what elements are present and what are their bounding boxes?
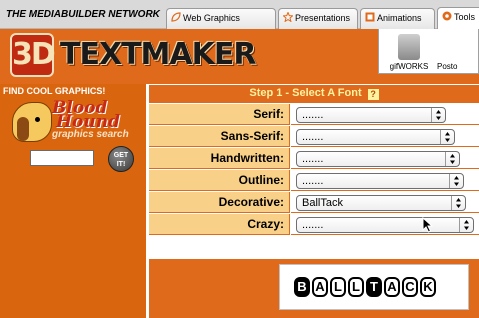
chevron-updown-icon (431, 108, 445, 122)
preview-letter: A (312, 277, 328, 297)
preview-letter: L (330, 277, 346, 297)
row-label: Decorative: (149, 192, 290, 213)
find-cool-graphics-heading: FIND COOL GRAPHICS! (3, 86, 106, 96)
dog-eye (35, 117, 40, 122)
graphics-search-input[interactable] (30, 150, 94, 166)
tab-label: Web Graphics (183, 13, 240, 23)
chevron-updown-icon (449, 174, 463, 188)
step-title-text: Step 1 - Select A Font (249, 87, 362, 99)
font-row-decorative: Decorative: BallTack (149, 192, 479, 214)
row-field: ....... (291, 148, 479, 169)
dog-ear (17, 117, 29, 141)
sans-serif-select[interactable]: ....... (296, 129, 455, 145)
network-nav-bar: THE MEDIABUILDER NETWORK Web Graphics Pr… (0, 0, 479, 30)
get-it-button[interactable]: GET IT! (108, 146, 134, 172)
font-row-serif: Serif: ....... (149, 104, 479, 126)
row-label: Handwritten: (149, 148, 290, 169)
crazy-select[interactable]: ....... (296, 217, 474, 233)
preview-letter: K (420, 277, 436, 297)
row-label: Sans-Serif: (149, 126, 290, 147)
film-icon (365, 12, 375, 22)
gifworks-link[interactable]: gifWORKS (387, 34, 431, 71)
dog-mascot-icon (12, 102, 52, 142)
tools-panel: gifWORKS Posto (378, 29, 479, 74)
select-value: ....... (302, 175, 324, 187)
preview-letter: C (402, 277, 418, 297)
bloodhound-logo[interactable]: Blood Hound graphics search (10, 96, 140, 144)
row-label: Serif: (149, 104, 290, 125)
select-value: ....... (302, 153, 324, 165)
chevron-updown-icon (445, 152, 459, 166)
star-icon (282, 11, 294, 23)
row-label: Crazy: (149, 214, 290, 235)
chevron-updown-icon (440, 130, 454, 144)
row-label: Outline: (149, 170, 290, 191)
tab-web-graphics[interactable]: Web Graphics (166, 8, 276, 29)
tools-icon (442, 11, 452, 21)
tab-animations[interactable]: Animations (360, 8, 435, 29)
decorative-select[interactable]: BallTack (296, 195, 466, 211)
font-preview: B A L L T A C K (279, 264, 469, 310)
mouse-pointer-icon (422, 217, 434, 233)
font-row-handwritten: Handwritten: ....... (149, 148, 479, 170)
font-row-outline: Outline: ....... (149, 170, 479, 192)
posto-label: Posto (437, 62, 458, 71)
preview-letter: A (384, 277, 400, 297)
select-value: ....... (302, 109, 324, 121)
outline-select[interactable]: ....... (296, 173, 464, 189)
row-field: BallTack (291, 192, 479, 213)
help-icon[interactable]: ? (367, 89, 379, 100)
network-title[interactable]: THE MEDIABUILDER NETWORK (6, 9, 160, 20)
page: THE MEDIABUILDER NETWORK Web Graphics Pr… (0, 0, 479, 318)
tab-presentations[interactable]: Presentations (278, 8, 358, 29)
select-value: ....... (302, 219, 324, 231)
leaf-icon (171, 12, 181, 22)
row-field: ....... (291, 170, 479, 191)
logo-3d-badge: 3D (10, 33, 56, 77)
select-value: ....... (302, 131, 324, 143)
row-field: ....... (291, 104, 479, 125)
chevron-updown-icon (451, 196, 465, 210)
logo-text: TEXTMAKER (60, 37, 256, 72)
font-row-sans-serif: Sans-Serif: ....... (149, 126, 479, 148)
preview-letter: B (294, 277, 310, 297)
serif-select[interactable]: ....... (296, 107, 446, 123)
preview-letters: B A L L T A C K (294, 277, 438, 297)
preview-letter: T (366, 277, 382, 297)
row-field: ....... (291, 214, 479, 235)
tab-tools[interactable]: Tools (437, 7, 479, 30)
row-field: ....... (291, 126, 479, 147)
handwritten-select[interactable]: ....... (296, 151, 460, 167)
gifworks-icon (398, 34, 420, 60)
tab-label: Presentations (295, 13, 351, 23)
posto-icon (443, 34, 465, 60)
step-title: Step 1 - Select A Font? (149, 87, 479, 100)
preview-letter: L (348, 277, 364, 297)
gifworks-label: gifWORKS (389, 62, 429, 71)
posto-link[interactable]: Posto (437, 34, 477, 71)
select-value: BallTack (302, 197, 343, 209)
tab-label: Tools (454, 12, 476, 22)
chevron-updown-icon (459, 218, 473, 232)
tab-label: Animations (377, 13, 422, 23)
brand-tagline: graphics search (52, 129, 129, 140)
